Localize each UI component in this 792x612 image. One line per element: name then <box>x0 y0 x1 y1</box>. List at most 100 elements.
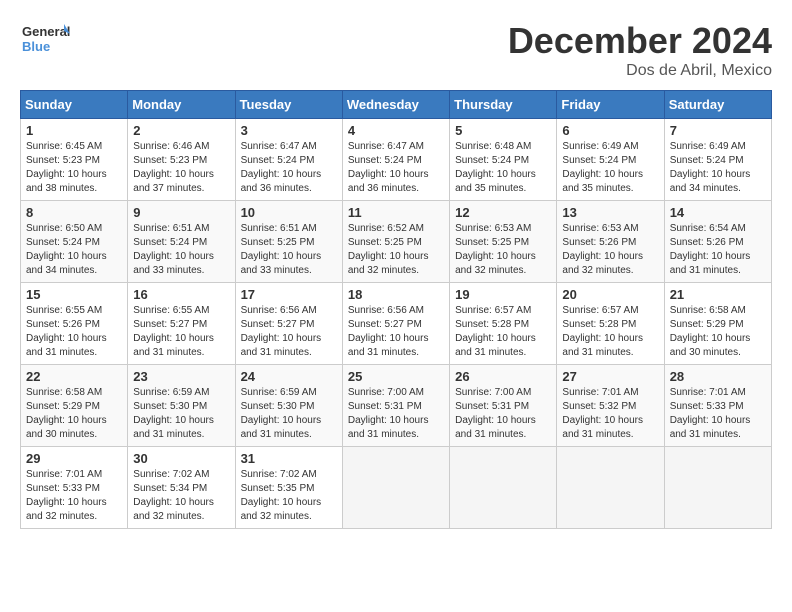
day-number: 2 <box>133 123 229 138</box>
day-info: Sunrise: 6:48 AM Sunset: 5:24 PM Dayligh… <box>455 140 551 196</box>
calendar-week-row: 22Sunrise: 6:58 AM Sunset: 5:29 PM Dayli… <box>21 365 772 447</box>
calendar-day-cell: 5 Sunrise: 6:48 AM Sunset: 5:24 PM Daylig… <box>450 119 557 201</box>
day-number: 31 <box>241 451 337 466</box>
day-number: 28 <box>670 369 766 384</box>
calendar-table: SundayMondayTuesdayWednesdayThursdayFrid… <box>20 90 772 529</box>
day-number: 13 <box>562 205 658 220</box>
calendar-day-cell: 23Sunrise: 6:59 AM Sunset: 5:30 PM Dayli… <box>128 365 235 447</box>
day-info: Sunrise: 6:51 AM Sunset: 5:24 PM Dayligh… <box>133 222 229 278</box>
calendar-day-cell: 1 Sunrise: 6:45 AM Sunset: 5:23 PM Daylig… <box>21 119 128 201</box>
day-number: 10 <box>241 205 337 220</box>
weekday-header: Monday <box>128 91 235 119</box>
day-number: 20 <box>562 287 658 302</box>
calendar-day-cell: 10 Sunrise: 6:51 AM Sunset: 5:25 PM Dayli… <box>235 201 342 283</box>
svg-text:Blue: Blue <box>22 39 50 54</box>
day-info: Sunrise: 6:57 AM Sunset: 5:28 PM Dayligh… <box>562 304 658 360</box>
calendar-day-cell: 27 Sunrise: 7:01 AM Sunset: 5:32 PM Dayli… <box>557 365 664 447</box>
day-number: 14 <box>670 205 766 220</box>
weekday-header: Tuesday <box>235 91 342 119</box>
day-info: Sunrise: 6:52 AM Sunset: 5:25 PM Dayligh… <box>348 222 444 278</box>
day-info: Sunrise: 6:53 AM Sunset: 5:26 PM Dayligh… <box>562 222 658 278</box>
title-block: December 2024 Dos de Abril, Mexico <box>508 20 772 80</box>
day-info: Sunrise: 6:54 AM Sunset: 5:26 PM Dayligh… <box>670 222 766 278</box>
calendar-day-cell <box>664 447 771 529</box>
day-info: Sunrise: 6:50 AM Sunset: 5:24 PM Dayligh… <box>26 222 122 278</box>
calendar-week-row: 8Sunrise: 6:50 AM Sunset: 5:24 PM Daylig… <box>21 201 772 283</box>
day-info: Sunrise: 6:45 AM Sunset: 5:23 PM Dayligh… <box>26 140 122 196</box>
day-info: Sunrise: 6:46 AM Sunset: 5:23 PM Dayligh… <box>133 140 229 196</box>
svg-text:General: General <box>22 24 70 39</box>
day-info: Sunrise: 6:53 AM Sunset: 5:25 PM Dayligh… <box>455 222 551 278</box>
day-info: Sunrise: 7:00 AM Sunset: 5:31 PM Dayligh… <box>455 386 551 442</box>
calendar-week-row: 1 Sunrise: 6:45 AM Sunset: 5:23 PM Daylig… <box>21 119 772 201</box>
day-number: 30 <box>133 451 229 466</box>
day-info: Sunrise: 6:56 AM Sunset: 5:27 PM Dayligh… <box>241 304 337 360</box>
calendar-day-cell: 15 Sunrise: 6:55 AM Sunset: 5:26 PM Dayli… <box>21 283 128 365</box>
day-number: 4 <box>348 123 444 138</box>
calendar-day-cell: 9 Sunrise: 6:51 AM Sunset: 5:24 PM Daylig… <box>128 201 235 283</box>
calendar-day-cell: 21Sunrise: 6:58 AM Sunset: 5:29 PM Dayli… <box>664 283 771 365</box>
calendar-day-cell: 6 Sunrise: 6:49 AM Sunset: 5:24 PM Daylig… <box>557 119 664 201</box>
calendar-day-cell: 14 Sunrise: 6:54 AM Sunset: 5:26 PM Dayli… <box>664 201 771 283</box>
day-info: Sunrise: 6:47 AM Sunset: 5:24 PM Dayligh… <box>241 140 337 196</box>
day-info: Sunrise: 7:00 AM Sunset: 5:31 PM Dayligh… <box>348 386 444 442</box>
location: Dos de Abril, Mexico <box>508 62 772 80</box>
day-info: Sunrise: 6:51 AM Sunset: 5:25 PM Dayligh… <box>241 222 337 278</box>
day-info: Sunrise: 6:58 AM Sunset: 5:29 PM Dayligh… <box>26 386 122 442</box>
day-number: 9 <box>133 205 229 220</box>
calendar-day-cell: 29Sunrise: 7:01 AM Sunset: 5:33 PM Dayli… <box>21 447 128 529</box>
calendar-day-cell: 31 Sunrise: 7:02 AM Sunset: 5:35 PM Dayli… <box>235 447 342 529</box>
calendar-day-cell: 17 Sunrise: 6:56 AM Sunset: 5:27 PM Dayli… <box>235 283 342 365</box>
day-number: 19 <box>455 287 551 302</box>
day-info: Sunrise: 7:02 AM Sunset: 5:34 PM Dayligh… <box>133 468 229 524</box>
day-info: Sunrise: 6:55 AM Sunset: 5:27 PM Dayligh… <box>133 304 229 360</box>
day-info: Sunrise: 6:49 AM Sunset: 5:24 PM Dayligh… <box>562 140 658 196</box>
day-number: 1 <box>26 123 122 138</box>
day-number: 16 <box>133 287 229 302</box>
day-number: 3 <box>241 123 337 138</box>
day-info: Sunrise: 7:01 AM Sunset: 5:33 PM Dayligh… <box>670 386 766 442</box>
day-number: 5 <box>455 123 551 138</box>
day-number: 18 <box>348 287 444 302</box>
calendar-day-cell: 11Sunrise: 6:52 AM Sunset: 5:25 PM Dayli… <box>342 201 449 283</box>
day-number: 25 <box>348 369 444 384</box>
calendar-header-row: SundayMondayTuesdayWednesdayThursdayFrid… <box>21 91 772 119</box>
calendar-day-cell: 22Sunrise: 6:58 AM Sunset: 5:29 PM Dayli… <box>21 365 128 447</box>
day-number: 23 <box>133 369 229 384</box>
calendar-day-cell: 28 Sunrise: 7:01 AM Sunset: 5:33 PM Dayli… <box>664 365 771 447</box>
day-number: 24 <box>241 369 337 384</box>
weekday-header: Saturday <box>664 91 771 119</box>
day-info: Sunrise: 6:47 AM Sunset: 5:24 PM Dayligh… <box>348 140 444 196</box>
calendar-day-cell <box>557 447 664 529</box>
calendar-day-cell: 18 Sunrise: 6:56 AM Sunset: 5:27 PM Dayli… <box>342 283 449 365</box>
day-number: 6 <box>562 123 658 138</box>
day-number: 26 <box>455 369 551 384</box>
day-info: Sunrise: 6:58 AM Sunset: 5:29 PM Dayligh… <box>670 304 766 360</box>
calendar-day-cell: 19 Sunrise: 6:57 AM Sunset: 5:28 PM Dayli… <box>450 283 557 365</box>
day-number: 17 <box>241 287 337 302</box>
day-info: Sunrise: 6:49 AM Sunset: 5:24 PM Dayligh… <box>670 140 766 196</box>
day-number: 12 <box>455 205 551 220</box>
day-info: Sunrise: 6:56 AM Sunset: 5:27 PM Dayligh… <box>348 304 444 360</box>
day-info: Sunrise: 6:57 AM Sunset: 5:28 PM Dayligh… <box>455 304 551 360</box>
day-number: 15 <box>26 287 122 302</box>
day-info: Sunrise: 6:59 AM Sunset: 5:30 PM Dayligh… <box>241 386 337 442</box>
day-number: 27 <box>562 369 658 384</box>
calendar-day-cell: 4 Sunrise: 6:47 AM Sunset: 5:24 PM Daylig… <box>342 119 449 201</box>
calendar-day-cell <box>342 447 449 529</box>
calendar-day-cell: 2 Sunrise: 6:46 AM Sunset: 5:23 PM Daylig… <box>128 119 235 201</box>
logo: General Blue <box>20 20 70 60</box>
day-number: 29 <box>26 451 122 466</box>
calendar-day-cell: 20 Sunrise: 6:57 AM Sunset: 5:28 PM Dayli… <box>557 283 664 365</box>
calendar-day-cell: 16 Sunrise: 6:55 AM Sunset: 5:27 PM Dayli… <box>128 283 235 365</box>
weekday-header: Thursday <box>450 91 557 119</box>
day-info: Sunrise: 6:55 AM Sunset: 5:26 PM Dayligh… <box>26 304 122 360</box>
day-info: Sunrise: 7:02 AM Sunset: 5:35 PM Dayligh… <box>241 468 337 524</box>
calendar-day-cell: 12 Sunrise: 6:53 AM Sunset: 5:25 PM Dayli… <box>450 201 557 283</box>
day-number: 7 <box>670 123 766 138</box>
day-info: Sunrise: 7:01 AM Sunset: 5:32 PM Dayligh… <box>562 386 658 442</box>
page-header: General Blue December 2024 Dos de Abril,… <box>20 20 772 80</box>
calendar-day-cell: 30 Sunrise: 7:02 AM Sunset: 5:34 PM Dayli… <box>128 447 235 529</box>
calendar-week-row: 29Sunrise: 7:01 AM Sunset: 5:33 PM Dayli… <box>21 447 772 529</box>
calendar-day-cell: 3 Sunrise: 6:47 AM Sunset: 5:24 PM Daylig… <box>235 119 342 201</box>
